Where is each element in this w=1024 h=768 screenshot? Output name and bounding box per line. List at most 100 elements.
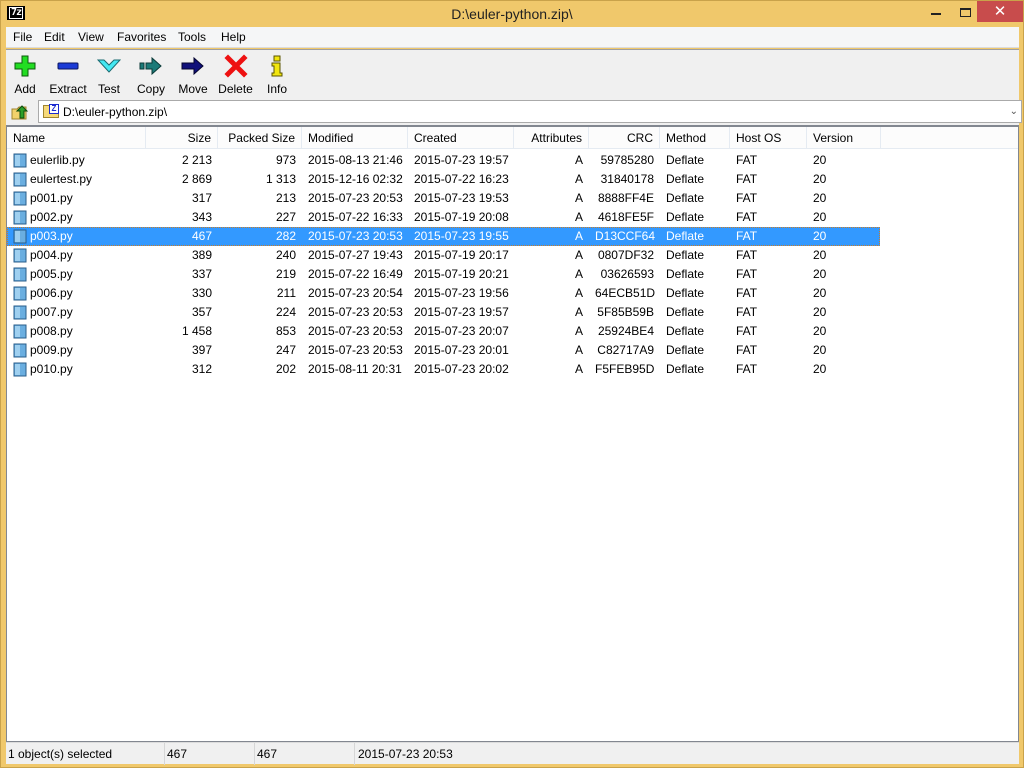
file-hostos: FAT [736, 210, 758, 224]
file-hostos: FAT [736, 248, 758, 262]
file-modified: 2015-12-16 02:32 [308, 172, 403, 186]
file-version: 20 [813, 191, 827, 205]
file-name: p002.py [30, 210, 73, 224]
window-title: D:\euler-python.zip\ [451, 6, 573, 22]
file-hostos: FAT [736, 324, 758, 338]
file-method: Deflate [666, 267, 705, 281]
file-attributes: A [574, 191, 583, 205]
address-field[interactable]: Z D:\euler-python.zip\ ⌄ [38, 100, 1022, 123]
file-name: p003.py [30, 229, 73, 243]
copy-button[interactable]: Copy [136, 54, 166, 96]
archive-icon: Z [43, 104, 59, 118]
menu-bar: File Edit View Favorites Tools Help [6, 27, 1019, 48]
file-method: Deflate [666, 248, 705, 262]
file-size: 397 [191, 343, 212, 357]
file-name: p005.py [30, 267, 73, 281]
test-label: Test [97, 82, 120, 96]
app-window: 7z D:\euler-python.zip\ ✕ File Edit View… [0, 0, 1024, 768]
column-header-name[interactable]: Name [7, 127, 146, 149]
close-icon: ✕ [993, 3, 1007, 20]
extract-label: Extract [49, 82, 87, 96]
file-hostos: FAT [736, 172, 758, 186]
file-packed: 1 313 [265, 172, 296, 186]
file-row[interactable]: p008.py 1 458 853 2015-07-23 20:53 2015-07-2… [7, 322, 880, 341]
column-header-host-os[interactable]: Host OS [730, 127, 807, 149]
file-size: 343 [191, 210, 212, 224]
file-packed: 211 [276, 286, 296, 300]
column-header-packed-size[interactable]: Packed Size [218, 127, 302, 149]
column-header-modified[interactable]: Modified [302, 127, 408, 149]
file-size: 337 [191, 267, 212, 281]
file-attributes: A [574, 267, 583, 281]
file-created: 2015-07-19 20:21 [414, 267, 509, 281]
file-modified: 2015-08-11 20:31 [308, 362, 402, 376]
title-bar[interactable]: 7z D:\euler-python.zip\ ✕ [1, 1, 1023, 27]
menu-help[interactable]: Help [221, 30, 246, 44]
file-packed: 973 [275, 153, 296, 167]
file-row[interactable]: p003.py 467 282 2015-07-23 20:53 2015-07-23 … [7, 227, 880, 246]
close-button[interactable]: ✕ [977, 1, 1023, 22]
add-button[interactable]: Add [12, 54, 38, 96]
file-crc: 8888FF4E [597, 191, 654, 205]
menu-favorites[interactable]: Favorites [117, 30, 166, 44]
menu-view[interactable]: View [78, 30, 104, 44]
file-version: 20 [813, 153, 827, 167]
column-header-created[interactable]: Created [408, 127, 514, 149]
menu-edit[interactable]: Edit [44, 30, 65, 44]
file-packed: 219 [275, 267, 296, 281]
column-header-version[interactable]: Version [807, 127, 881, 149]
file-row[interactable]: eulerlib.py 2 213 973 2015-08-13 21:46 2015-… [7, 151, 880, 170]
info-button[interactable]: Info [265, 54, 289, 96]
file-packed: 282 [275, 229, 296, 243]
delete-x-icon [223, 54, 248, 78]
file-hostos: FAT [736, 153, 758, 167]
file-row[interactable]: p002.py 343 227 2015-07-22 16:33 2015-07-19 … [7, 208, 880, 227]
file-crc: D13CCF64 [595, 229, 656, 243]
file-attributes: A [574, 210, 583, 224]
file-name: eulerlib.py [30, 153, 85, 167]
file-created: 2015-07-23 20:01 [414, 343, 509, 357]
file-list[interactable]: Name Size Packed Size Modified Created A… [6, 125, 1019, 742]
chevron-down-icon[interactable]: ⌄ [1010, 106, 1018, 117]
file-modified: 2015-07-23 20:53 [308, 191, 403, 205]
file-crc: 25924BE4 [597, 324, 654, 338]
file-modified: 2015-07-23 20:53 [308, 229, 403, 243]
test-button[interactable]: Test [96, 54, 122, 96]
file-version: 20 [813, 229, 827, 243]
file-row[interactable]: p001.py 317 213 2015-07-23 20:53 2015-07-23 … [7, 189, 880, 208]
file-crc: 03626593 [600, 267, 654, 281]
extract-button[interactable]: Extract [48, 54, 88, 96]
file-version: 20 [813, 210, 827, 224]
file-crc: C82717A9 [597, 343, 654, 357]
folder-up-icon[interactable] [10, 102, 30, 122]
menu-tools[interactable]: Tools [178, 30, 206, 44]
column-header-size[interactable]: Size [146, 127, 218, 149]
menu-file[interactable]: File [13, 30, 32, 44]
file-packed: 240 [275, 248, 296, 262]
file-row[interactable]: p006.py 330 211 2015-07-23 20:54 2015-07-23 … [7, 284, 880, 303]
file-row[interactable]: p005.py 337 219 2015-07-22 16:49 2015-07-19 … [7, 265, 880, 284]
file-packed: 853 [275, 324, 296, 338]
column-header-crc[interactable]: CRC [589, 127, 660, 149]
file-hostos: FAT [736, 229, 758, 243]
file-name: p008.py [30, 324, 73, 338]
file-method: Deflate [666, 210, 705, 224]
status-bar: 1 object(s) selected 467 467 2015-07-23 … [6, 742, 1019, 765]
file-row[interactable]: p007.py 357 224 2015-07-23 20:53 2015-07-23 … [7, 303, 880, 322]
delete-button[interactable]: Delete [218, 54, 253, 96]
column-header-attributes[interactable]: Attributes [514, 127, 589, 149]
file-crc: 4618FE5F [597, 210, 654, 224]
move-button[interactable]: Move [177, 54, 209, 96]
file-row[interactable]: p004.py 389 240 2015-07-27 19:43 2015-07-19 … [7, 246, 880, 265]
file-created: 2015-07-23 19:53 [414, 191, 509, 205]
file-row[interactable]: eulertest.py 2 869 1 313 2015-12-16 02:32 20… [7, 170, 880, 189]
file-packed: 247 [275, 343, 296, 357]
file-row[interactable]: p009.py 397 247 2015-07-23 20:53 2015-07-23 … [7, 341, 880, 360]
file-size: 389 [191, 248, 212, 262]
file-row[interactable]: p010.py 312 202 2015-08-11 20:31 2015-07-23 … [7, 360, 880, 379]
file-version: 20 [813, 343, 827, 357]
file-hostos: FAT [736, 362, 758, 376]
column-header-method[interactable]: Method [660, 127, 730, 149]
file-version: 20 [813, 172, 827, 186]
file-modified: 2015-08-13 21:46 [308, 153, 403, 167]
